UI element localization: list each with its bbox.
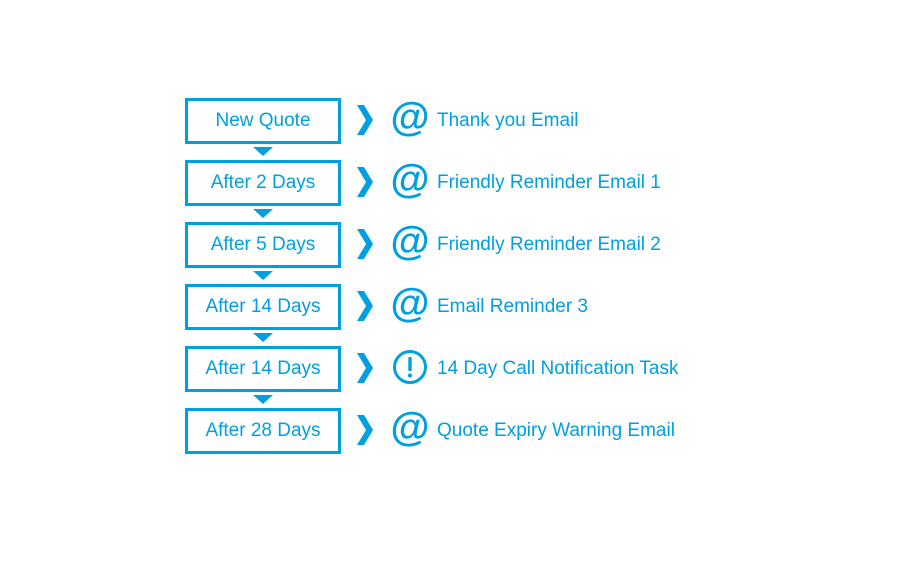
- at-icon: @: [390, 405, 429, 449]
- chevron-right-icon: [357, 291, 373, 321]
- chevron-right-icon: [357, 229, 373, 259]
- action-label: 14 Day Call Notification Task: [437, 358, 679, 379]
- trigger-box: After 5 Days: [185, 222, 341, 268]
- trigger-label: New Quote: [215, 110, 311, 131]
- trigger-label: After 5 Days: [210, 234, 316, 255]
- svg-text:@: @: [392, 225, 428, 261]
- trigger-label: After 14 Days: [205, 296, 321, 317]
- workflow-step: After 28 Days @ Quote Expiry Warning Ema…: [185, 405, 745, 454]
- svg-text:@: @: [392, 287, 428, 323]
- arrow-down-icon: [253, 395, 273, 404]
- action-label: Email Reminder 3: [437, 296, 588, 317]
- chevron-right-icon: [357, 353, 373, 383]
- svg-text:@: @: [392, 163, 428, 199]
- arrow-down-icon: [253, 333, 273, 342]
- arrow-down-icon: [253, 147, 273, 156]
- action-label: Quote Expiry Warning Email: [437, 420, 675, 441]
- action-label: Thank you Email: [437, 110, 579, 131]
- at-icon: @: [390, 95, 429, 139]
- workflow-step: After 14 Days @ Email Reminder 3: [185, 281, 745, 342]
- at-icon: @: [390, 219, 429, 263]
- chevron-right-icon: [357, 415, 373, 445]
- workflow-step: After 14 Days 14 Day Call Notification T…: [185, 346, 745, 404]
- action-label: Friendly Reminder Email 2: [437, 234, 661, 255]
- trigger-box: After 14 Days: [185, 346, 341, 392]
- trigger-box: After 14 Days: [185, 284, 341, 330]
- arrow-down-icon: [253, 209, 273, 218]
- workflow-step: After 2 Days @ Friendly Reminder Email 1: [185, 157, 745, 218]
- chevron-right-icon: [357, 167, 373, 197]
- action-label: Friendly Reminder Email 1: [437, 172, 661, 193]
- trigger-label: After 28 Days: [205, 420, 321, 441]
- exclamation-icon: [392, 349, 428, 385]
- svg-text:@: @: [392, 101, 428, 137]
- workflow-diagram: New Quote @ Thank you Email After 2 Days…: [0, 0, 900, 578]
- workflow-step: After 5 Days @ Friendly Reminder Email 2: [185, 219, 745, 280]
- at-icon: @: [390, 281, 429, 325]
- trigger-label: After 2 Days: [210, 172, 316, 193]
- chevron-right-icon: [357, 105, 373, 135]
- trigger-box: After 28 Days: [185, 408, 341, 454]
- svg-text:@: @: [392, 411, 428, 447]
- at-icon: @: [390, 157, 429, 201]
- workflow-step: New Quote @ Thank you Email: [185, 95, 745, 156]
- trigger-label: After 14 Days: [205, 358, 321, 379]
- arrow-down-icon: [253, 271, 273, 280]
- trigger-box: After 2 Days: [185, 160, 341, 206]
- trigger-box: New Quote: [185, 98, 341, 144]
